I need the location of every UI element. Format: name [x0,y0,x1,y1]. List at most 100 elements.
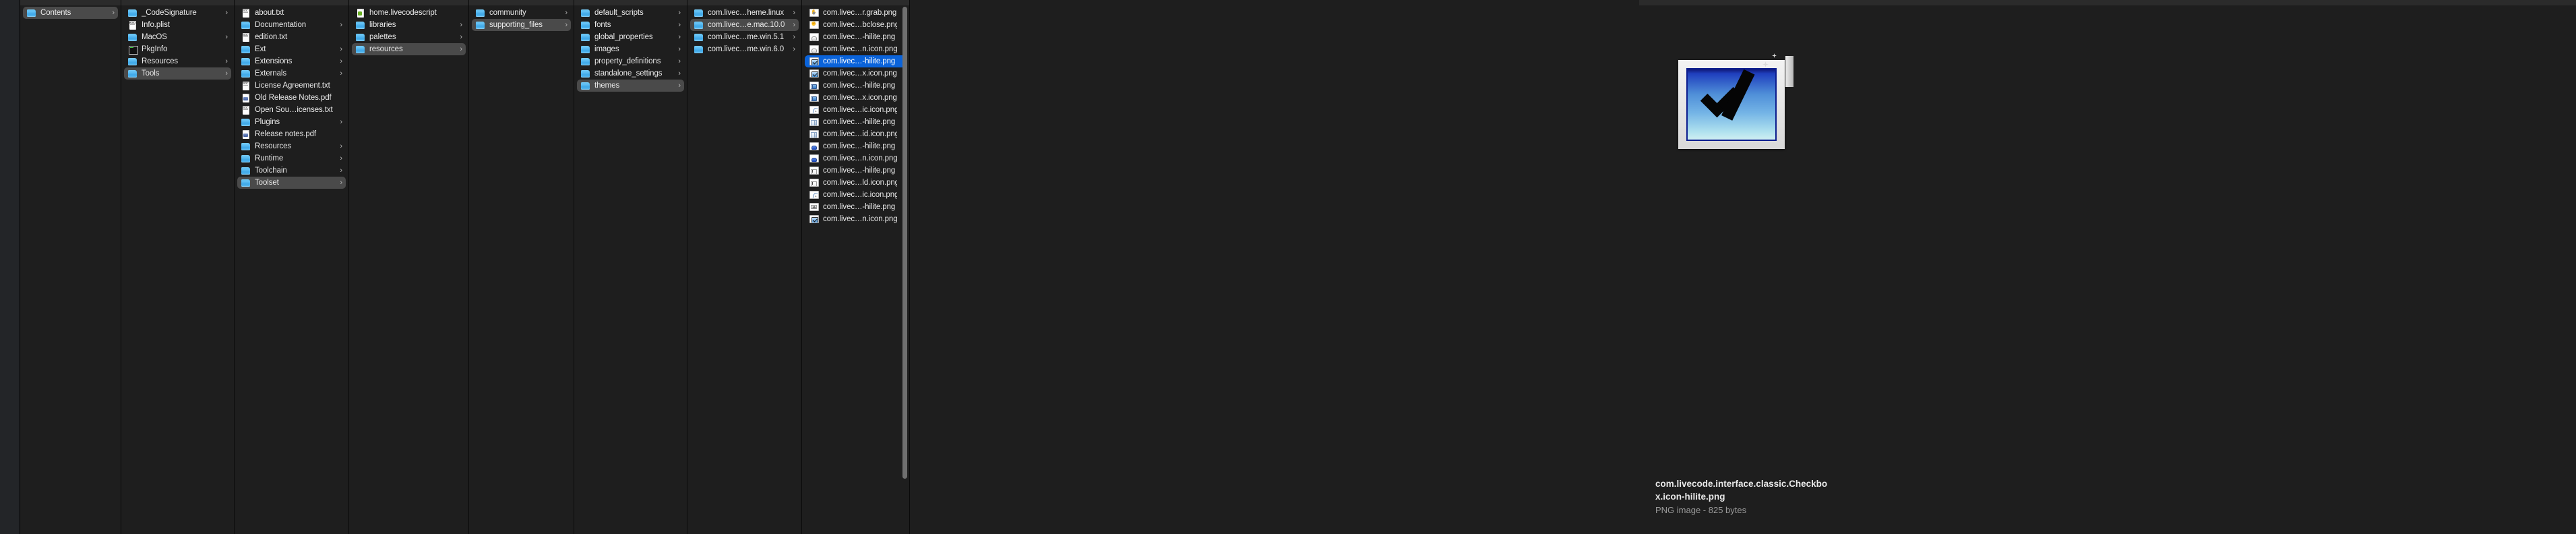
folder-row[interactable]: supporting_files › [472,19,571,31]
disclosure-chevron-icon: › [340,167,342,175]
folder-row[interactable]: fonts › [577,19,684,31]
folder-row[interactable]: Extensions › [237,55,346,67]
file-row[interactable]: TXT edition.txt [237,31,346,43]
finder-sidebar[interactable] [0,0,20,534]
disclosure-chevron-icon: › [460,33,462,41]
folder-row[interactable]: com.livec…heme.linux › [690,7,799,19]
item-label: com.livec…-hilite.png [823,33,896,41]
folder-row[interactable]: Ext › [237,43,346,55]
column-theme-files[interactable]: com.livec…r.grab.png com.livec…bclose.png… [802,0,910,534]
file-row[interactable]: PkgInfo [124,43,231,55]
disclosure-chevron-icon: › [793,45,795,53]
item-label: global_properties [594,33,653,41]
folder-row[interactable]: property_definitions › [577,55,684,67]
folder-row[interactable]: Plugins › [237,116,346,128]
file-row[interactable]: com.livec…bclose.png [805,19,907,31]
folder-row[interactable]: com.livec…e.mac.10.0 › [690,19,799,31]
disclosure-chevron-icon: › [678,82,681,90]
file-row[interactable]: com.livec…-hilite.png [805,165,907,177]
folder-row[interactable]: MacOS › [124,31,231,43]
column-tools[interactable]: TXT about.txt Documentation › TXT edition.txt… [235,0,349,534]
png-hand-closed-icon [809,21,819,30]
column-themes[interactable]: com.livec…heme.linux › com.livec…e.mac.10.… [687,0,802,534]
folder-row[interactable]: _CodeSignature › [124,7,231,19]
folder-row[interactable]: community › [472,7,571,19]
file-row[interactable]: TXT License Agreement.txt [237,80,346,92]
folder-row[interactable]: resources › [352,43,466,55]
folder-row[interactable]: Runtime › [237,152,346,165]
file-row[interactable]: Old Release Notes.pdf [237,92,346,104]
png-radio-pair-icon [809,94,819,102]
file-row[interactable]: com.livec…x.icon.png [805,92,907,104]
file-row[interactable]: com.livec…id.icon.png [805,128,907,140]
file-row[interactable]: com.livec…n.icon.png [805,152,907,165]
file-row[interactable]: com.livec…-hilite.png [805,31,907,43]
png-hand-open-icon [809,9,819,18]
file-row[interactable]: com.livec…ic.icon.png [805,189,907,201]
column-toolset[interactable]: home.livecodescript libraries › palettes › re… [349,0,469,534]
folder-row[interactable]: Contents › [23,7,118,19]
folder-row[interactable]: Toolchain › [237,165,346,177]
column-contents[interactable]: Contents › [20,0,121,534]
folder-row[interactable]: Documentation › [237,19,346,31]
disclosure-chevron-icon: › [340,21,342,29]
folder-row[interactable]: Tools › [124,67,231,80]
file-row[interactable]: com.livec…n.icon.png [805,43,907,55]
file-row[interactable]: com.livec…-hilite.png [805,116,907,128]
folder-icon [241,69,251,78]
folder-row[interactable]: palettes › [352,31,466,43]
column-scrollbar[interactable] [902,7,907,526]
folder-row[interactable]: Resources › [124,55,231,67]
folder-row[interactable]: images › [577,43,684,55]
preview-artwork [1676,51,1793,155]
folder-row[interactable]: Externals › [237,67,346,80]
file-row[interactable]: com.livec…ic.icon.png [805,104,907,116]
file-row[interactable]: com.livec…-hilite.png [805,80,907,92]
folder-row[interactable]: default_scripts › [577,7,684,19]
column-top-band [235,0,348,5]
file-row[interactable]: TXT about.txt [237,7,346,19]
disclosure-chevron-icon: › [678,45,681,53]
folder-row[interactable]: Toolset › [237,177,346,189]
file-row[interactable]: TXT Open Sou…icenses.txt [237,104,346,116]
item-label: palettes [369,33,396,41]
item-label: community [489,9,526,17]
disclosure-chevron-icon: › [793,21,795,29]
column-supporting-files[interactable]: default_scripts › fonts › global_properties ›… [574,0,687,534]
item-label: Resources [142,57,179,65]
file-row[interactable]: Release notes.pdf [237,128,346,140]
folder-row[interactable]: libraries › [352,19,466,31]
item-label: images [594,45,619,53]
folder-row[interactable]: Resources › [237,140,346,152]
item-label: com.livec…n.icon.png [823,215,897,223]
preview-top-band [1639,0,2576,5]
file-row[interactable]: com.livec…-hilite.png [805,201,907,213]
column-bundle-contents[interactable]: _CodeSignature › PLIST Info.plist MacOS › PkgI… [121,0,235,534]
folder-row[interactable]: com.livec…me.win.6.0 › [690,43,799,55]
file-row[interactable]: com.livec…-hilite.png [805,140,907,152]
folder-row[interactable]: themes › [577,80,684,92]
item-label: com.livec…x.icon.png [823,69,897,78]
folder-row[interactable]: standalone_settings › [577,67,684,80]
file-row[interactable]: PLIST Info.plist [124,19,231,31]
file-row[interactable]: com.livec…n.icon.png [805,213,907,225]
scrollbar-thumb[interactable] [902,7,907,479]
column-resources[interactable]: community › supporting_files › [469,0,574,534]
folder-icon [241,166,251,175]
file-row[interactable]: com.livec…-hilite.png [805,55,907,67]
item-label: about.txt [255,9,284,17]
item-label: com.livec…n.icon.png [823,45,897,53]
png-checkbox-icon [809,57,819,66]
item-label: com.livec…-hilite.png [823,142,896,150]
file-row[interactable]: com.livec…ld.icon.png [805,177,907,189]
column-top-band [574,0,687,5]
folder-row[interactable]: global_properties › [577,31,684,43]
folder-icon [581,20,590,30]
pdf-document-icon [241,93,251,102]
file-row[interactable]: home.livecodescript [352,7,466,19]
item-label: resources [369,45,403,53]
item-label: com.livec…r.grab.png [823,9,897,17]
file-row[interactable]: com.livec…x.icon.png [805,67,907,80]
folder-row[interactable]: com.livec…me.win.5.1 › [690,31,799,43]
file-row[interactable]: com.livec…r.grab.png [805,7,907,19]
